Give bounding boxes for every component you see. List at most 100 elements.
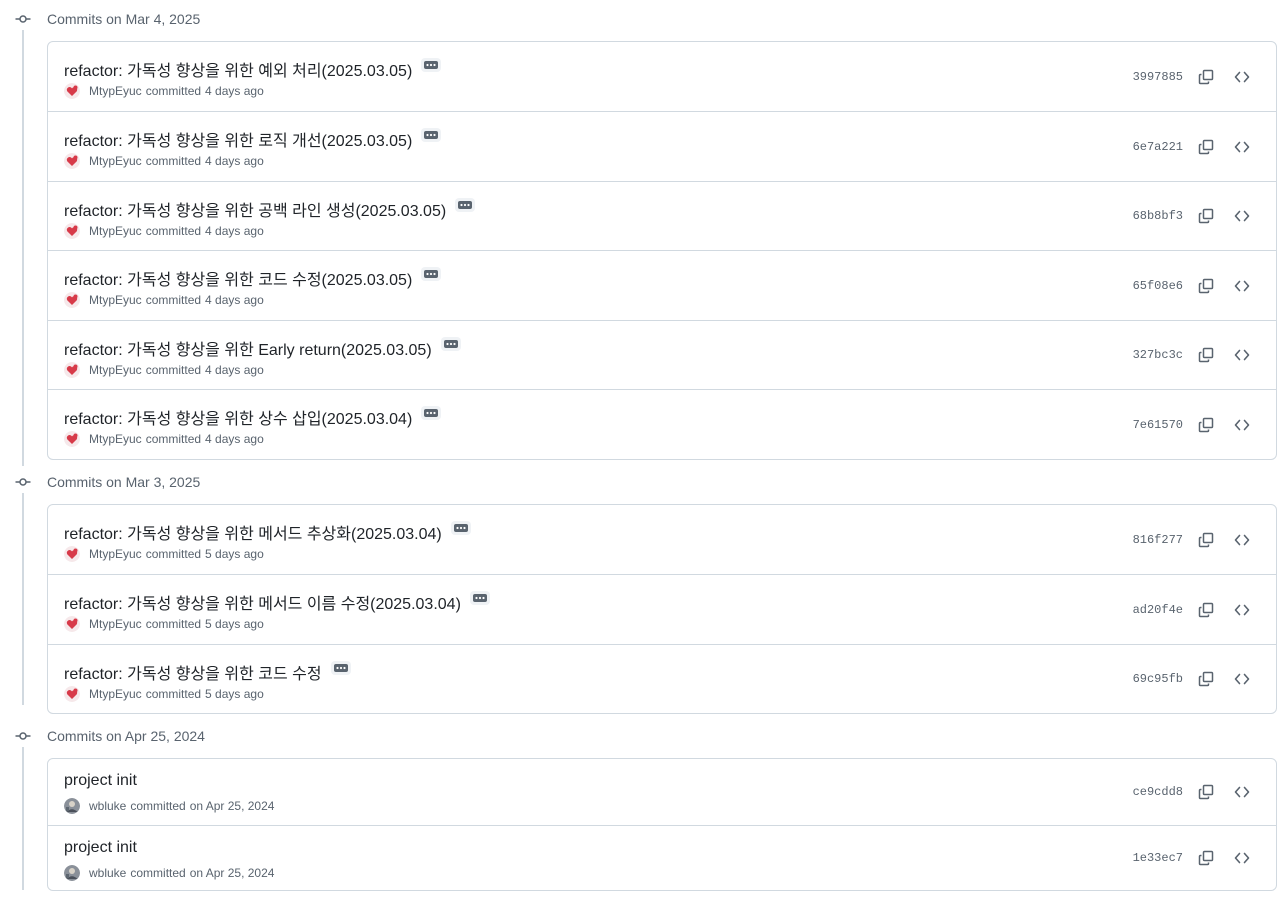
git-commit-icon <box>14 473 32 491</box>
avatar[interactable] <box>64 431 80 447</box>
commit-action: committed <box>145 617 202 631</box>
code-icon[interactable] <box>1230 65 1254 89</box>
ellipsis-icon[interactable] <box>421 128 442 142</box>
code-icon[interactable] <box>1230 413 1254 437</box>
avatar[interactable] <box>64 83 80 99</box>
commit-message-line: refactor: 가독성 향상을 위한 메서드 추상화(2025.03.04) <box>64 520 471 544</box>
commit-group-title: Commits on Mar 3, 2025 <box>47 474 201 490</box>
commit-meta: MtypEyuc committed 4 days ago <box>64 83 264 99</box>
code-icon[interactable] <box>1230 343 1254 367</box>
avatar[interactable] <box>64 686 80 702</box>
ellipsis-icon[interactable] <box>469 591 490 605</box>
ellipsis-icon[interactable] <box>450 521 471 535</box>
avatar[interactable] <box>64 865 80 881</box>
copy-icon[interactable] <box>1194 413 1218 437</box>
commit-row: refactor: 가독성 향상을 위한 메서드 추상화(2025.03.04)… <box>48 505 1276 574</box>
commit-meta: MtypEyuc committed 4 days ago <box>64 292 264 308</box>
commit-time: 5 days ago <box>205 687 264 701</box>
code-icon[interactable] <box>1230 598 1254 622</box>
author-link[interactable]: MtypEyuc <box>89 547 142 561</box>
copy-icon[interactable] <box>1194 135 1218 159</box>
avatar[interactable] <box>64 616 80 632</box>
commit-row: refactor: 가독성 향상을 위한 코드 수정 MtypEyuc commit… <box>48 644 1276 713</box>
code-icon[interactable] <box>1230 846 1254 870</box>
commit-message-link[interactable]: refactor: 가독성 향상을 위한 예외 처리(2025.03.05) <box>64 57 412 81</box>
author-link[interactable]: wbluke <box>89 866 126 880</box>
commit-meta: MtypEyuc committed 5 days ago <box>64 616 264 632</box>
author-link[interactable]: MtypEyuc <box>89 154 142 168</box>
commit-message-link[interactable]: project init <box>64 772 137 790</box>
commit-row: refactor: 가독성 향상을 위한 메서드 이름 수정(2025.03.0… <box>48 574 1276 644</box>
ellipsis-icon[interactable] <box>421 267 442 281</box>
copy-icon[interactable] <box>1194 667 1218 691</box>
copy-icon[interactable] <box>1194 343 1218 367</box>
commit-sha-link[interactable]: 7e61570 <box>1133 417 1183 433</box>
code-icon[interactable] <box>1230 204 1254 228</box>
commit-row: refactor: 가독성 향상을 위한 예외 처리(2025.03.05) Mt… <box>48 42 1276 111</box>
commit-sha-link[interactable]: 65f08e6 <box>1133 278 1183 294</box>
copy-icon[interactable] <box>1194 528 1218 552</box>
commit-group-title: Commits on Mar 4, 2025 <box>47 11 201 27</box>
commit-message-link[interactable]: refactor: 가독성 향상을 위한 Early return(2025.0… <box>64 336 432 360</box>
commit-meta: MtypEyuc committed 4 days ago <box>64 153 264 169</box>
commit-sha-link[interactable]: 68b8bf3 <box>1133 208 1183 224</box>
author-link[interactable]: MtypEyuc <box>89 687 142 701</box>
author-link[interactable]: MtypEyuc <box>89 432 142 446</box>
copy-icon[interactable] <box>1194 65 1218 89</box>
ellipsis-icon[interactable] <box>330 661 351 675</box>
author-link[interactable]: MtypEyuc <box>89 224 142 238</box>
author-link[interactable]: MtypEyuc <box>89 617 142 631</box>
commit-sha-link[interactable]: 3997885 <box>1133 69 1183 85</box>
avatar[interactable] <box>64 292 80 308</box>
ellipsis-icon[interactable] <box>421 406 442 420</box>
commit-meta: MtypEyuc committed 5 days ago <box>64 546 264 562</box>
copy-icon[interactable] <box>1194 846 1218 870</box>
copy-icon[interactable] <box>1194 780 1218 804</box>
commit-sha-link[interactable]: ad20f4e <box>1133 602 1183 618</box>
avatar[interactable] <box>64 362 80 378</box>
commit-time: 4 days ago <box>205 363 264 377</box>
commit-sha-link[interactable]: 816f277 <box>1133 532 1183 548</box>
copy-icon[interactable] <box>1194 204 1218 228</box>
commit-message-line: project init <box>64 839 137 857</box>
commit-message-link[interactable]: refactor: 가독성 향상을 위한 상수 삽입(2025.03.04) <box>64 405 412 429</box>
code-icon[interactable] <box>1230 667 1254 691</box>
commit-action: committed <box>145 293 202 307</box>
author-link[interactable]: MtypEyuc <box>89 293 142 307</box>
commit-sha-link[interactable]: 1e33ec7 <box>1133 850 1183 866</box>
commit-sha-link[interactable]: ce9cdd8 <box>1133 784 1183 800</box>
commit-message-link[interactable]: refactor: 가독성 향상을 위한 코드 수정 <box>64 660 322 684</box>
code-icon[interactable] <box>1230 274 1254 298</box>
commit-message-link[interactable]: refactor: 가독성 향상을 위한 메서드 이름 수정(2025.03.0… <box>64 590 461 614</box>
author-link[interactable]: MtypEyuc <box>89 84 142 98</box>
ellipsis-icon[interactable] <box>440 337 461 351</box>
avatar[interactable] <box>64 546 80 562</box>
commit-action: committed <box>130 799 186 813</box>
ellipsis-icon[interactable] <box>455 198 476 212</box>
commit-message-link[interactable]: refactor: 가독성 향상을 위한 코드 수정(2025.03.05) <box>64 266 412 290</box>
commit-list: refactor: 가독성 향상을 위한 예외 처리(2025.03.05) Mt… <box>47 41 1277 460</box>
copy-icon[interactable] <box>1194 274 1218 298</box>
avatar[interactable] <box>64 153 80 169</box>
commit-meta: MtypEyuc committed 5 days ago <box>64 686 264 702</box>
avatar[interactable] <box>64 798 80 814</box>
commit-action: committed <box>145 154 202 168</box>
author-link[interactable]: wbluke <box>89 799 126 813</box>
commit-time: on Apr 25, 2024 <box>189 799 275 813</box>
timeline-line <box>22 493 24 705</box>
commit-list: project init wbluke committed on Apr 25, 20… <box>47 758 1277 891</box>
commit-message-link[interactable]: refactor: 가독성 향상을 위한 공백 라인 생성(2025.03.05… <box>64 197 446 221</box>
author-link[interactable]: MtypEyuc <box>89 363 142 377</box>
commit-sha-link[interactable]: 327bc3c <box>1133 347 1183 363</box>
commit-sha-link[interactable]: 69c95fb <box>1133 671 1183 687</box>
commit-message-link[interactable]: refactor: 가독성 향상을 위한 메서드 추상화(2025.03.04) <box>64 520 442 544</box>
code-icon[interactable] <box>1230 135 1254 159</box>
commit-message-link[interactable]: project init <box>64 839 137 857</box>
commit-message-link[interactable]: refactor: 가독성 향상을 위한 로직 개선(2025.03.05) <box>64 127 412 151</box>
avatar[interactable] <box>64 223 80 239</box>
copy-icon[interactable] <box>1194 598 1218 622</box>
commit-sha-link[interactable]: 6e7a221 <box>1133 139 1183 155</box>
ellipsis-icon[interactable] <box>421 58 442 72</box>
code-icon[interactable] <box>1230 528 1254 552</box>
code-icon[interactable] <box>1230 780 1254 804</box>
